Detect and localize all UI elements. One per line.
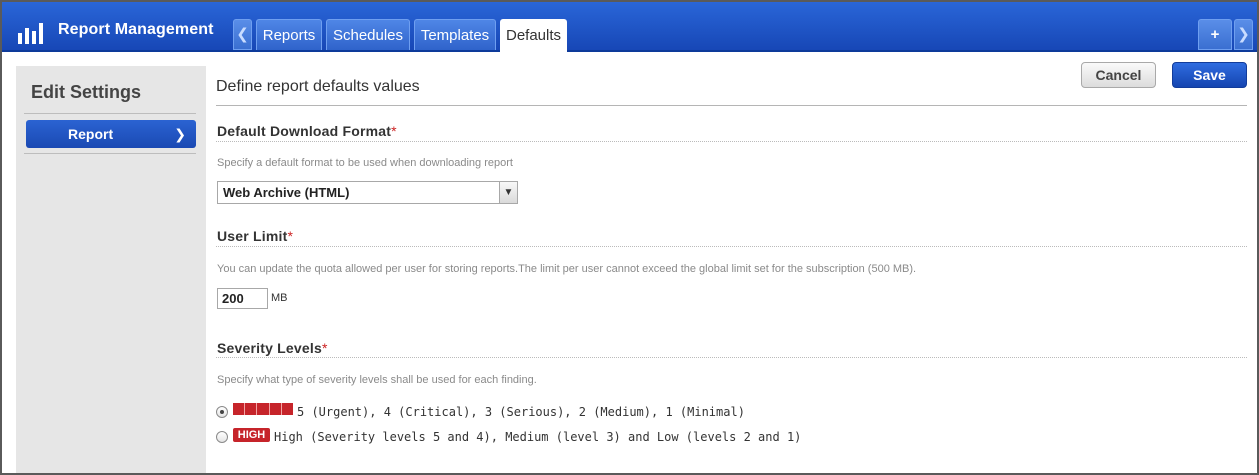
download-format-value: Web Archive (HTML) <box>223 185 350 200</box>
download-format-heading: Default Download Format* <box>217 123 397 139</box>
severity-5-levels-icon <box>233 403 293 415</box>
app-header: Report Management ❮ Reports Schedules Te… <box>2 2 1257 52</box>
severity-option-high-medium-low-radio[interactable] <box>216 431 228 443</box>
tab-reports[interactable]: Reports <box>256 19 322 50</box>
page-title: Define report defaults values <box>216 78 420 95</box>
chevron-down-icon[interactable]: ▼ <box>499 182 517 203</box>
download-format-hint: Specify a default format to be used when… <box>217 157 513 169</box>
severity-hint: Specify what type of severity levels sha… <box>217 374 537 386</box>
section-divider <box>216 246 1247 247</box>
required-mark: * <box>321 340 328 356</box>
sidebar-title: Edit Settings <box>31 82 142 102</box>
tabs-scroll-right-icon[interactable]: ❯ <box>1234 19 1253 50</box>
sidebar-item-report[interactable]: Report ❯ <box>26 120 196 148</box>
user-limit-unit: MB <box>271 292 288 304</box>
sidebar-divider <box>24 113 196 114</box>
user-limit-heading: User Limit* <box>217 228 294 244</box>
sidebar-item-label: Report <box>68 126 114 142</box>
sidebar: Edit Settings Report ❯ <box>16 66 206 473</box>
add-tab-button[interactable]: + <box>1198 19 1232 50</box>
required-mark: * <box>391 123 397 139</box>
bar-chart-icon <box>18 23 43 44</box>
tab-schedules[interactable]: Schedules <box>326 19 410 50</box>
severity-high-badge: HIGH <box>233 428 270 442</box>
sidebar-divider <box>24 153 196 154</box>
title-divider <box>216 105 1247 106</box>
required-mark: * <box>287 228 294 244</box>
tab-templates[interactable]: Templates <box>414 19 496 50</box>
severity-option-5-levels-label[interactable]: 5 (Urgent), 4 (Critical), 3 (Serious), 2… <box>297 405 745 419</box>
cancel-button[interactable]: Cancel <box>1081 62 1156 88</box>
app-title: Report Management <box>58 21 214 38</box>
section-divider <box>216 141 1247 142</box>
download-format-select[interactable]: Web Archive (HTML) ▼ <box>217 181 518 204</box>
severity-option-high-medium-low-label[interactable]: High (Severity levels 5 and 4), Medium (… <box>274 430 801 444</box>
tab-defaults[interactable]: Defaults <box>500 19 567 52</box>
chevron-right-icon: ❯ <box>174 126 186 142</box>
severity-heading: Severity Levels* <box>217 340 328 356</box>
tabs-scroll-left-icon[interactable]: ❮ <box>233 19 252 50</box>
severity-option-5-levels-radio[interactable] <box>216 406 228 418</box>
user-limit-input[interactable]: 200 <box>217 288 268 309</box>
section-divider <box>216 357 1247 358</box>
save-button[interactable]: Save <box>1172 62 1247 88</box>
app-window: Report Management ❮ Reports Schedules Te… <box>0 0 1259 475</box>
user-limit-hint: You can update the quota allowed per use… <box>217 263 917 275</box>
